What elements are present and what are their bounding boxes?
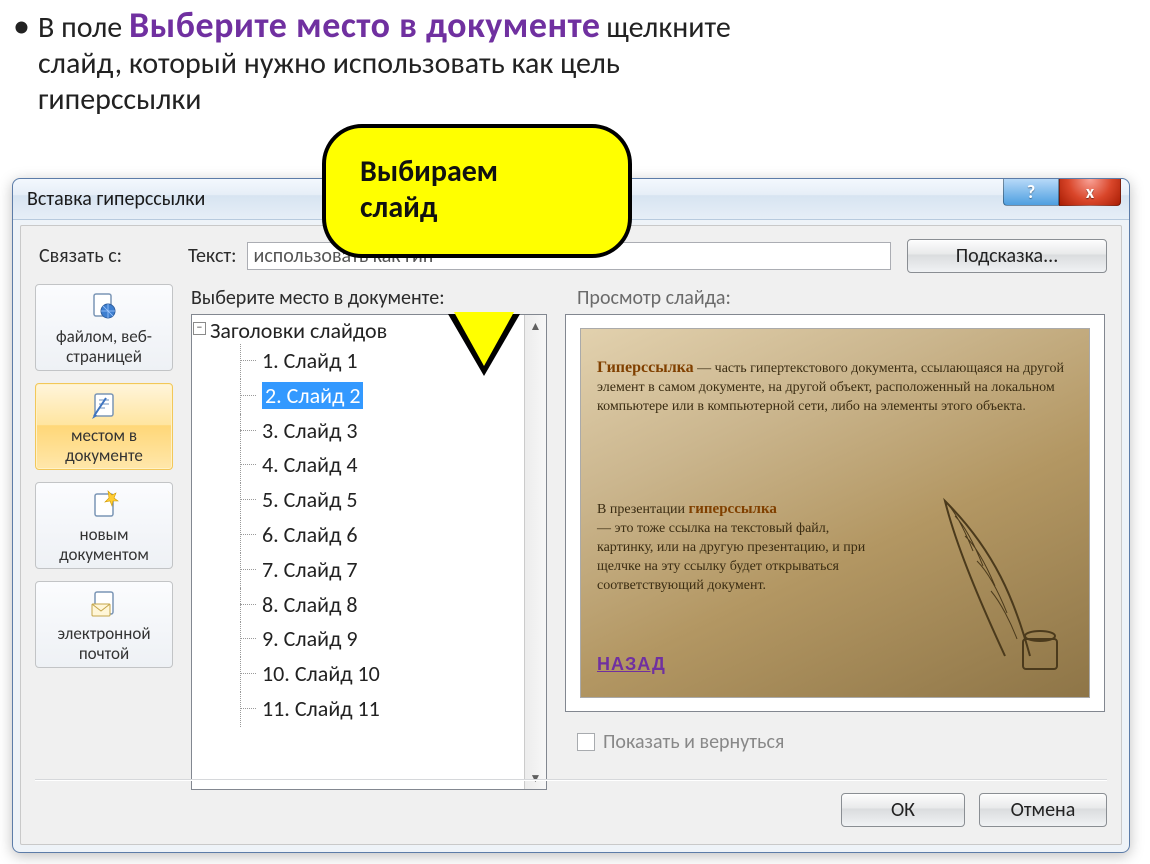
preview-term1: Гиперссылка — [597, 359, 694, 376]
ok-button-label: ОК — [891, 798, 915, 822]
instruction-tail1: щелкните — [606, 9, 730, 46]
ok-button[interactable]: ОК — [841, 793, 965, 827]
tree-item[interactable]: 4. Слайд 4 — [240, 448, 522, 483]
sidebar-item-new-doc[interactable]: новымдокументом — [35, 482, 173, 569]
cancel-button[interactable]: Отмена — [979, 793, 1107, 827]
tree-item-label: 5. Слайд 5 — [262, 486, 357, 513]
tree-item-label: 10. Слайд 10 — [262, 660, 380, 687]
tree-item[interactable]: 9. Слайд 9 — [240, 622, 522, 657]
instruction-text: • В поле Выберите место в документе щелк… — [38, 4, 1120, 117]
dialog-title: Вставка гиперссылки — [27, 187, 205, 211]
preview-para2-pre: В презентации — [597, 502, 688, 517]
file-web-icon — [88, 291, 120, 323]
instruction-line3: гиперссылки — [38, 81, 202, 118]
tree-item-label: 1. Слайд 1 — [262, 347, 357, 374]
instruction-line2: слайд, который нужно использовать как це… — [38, 45, 620, 82]
tree-item[interactable]: 11. Слайд 11 — [240, 692, 522, 727]
tree-item[interactable]: 10. Слайд 10 — [240, 657, 522, 692]
show-and-return-label: Показать и вернуться — [603, 730, 784, 754]
link-to-label: Связать с: — [39, 244, 122, 268]
screen-tip-button-label: Подсказка... — [956, 244, 1059, 268]
link-to-sidebar: файлом, веб-страницей местом вдокументе — [35, 284, 173, 830]
tree-expander-icon[interactable]: − — [193, 322, 206, 335]
new-doc-icon — [88, 489, 120, 521]
separator — [35, 779, 1107, 781]
email-icon — [88, 588, 120, 620]
tree-item-label: 7. Слайд 7 — [262, 556, 357, 583]
tree-item-label: 9. Слайд 9 — [262, 625, 357, 652]
slide-tree[interactable]: − Заголовки слайдов 1. Слайд 1 2. Слайд 2… — [191, 314, 547, 790]
close-button[interactable]: x — [1059, 179, 1121, 206]
sidebar-item-label: электроннойпочтой — [38, 624, 170, 663]
sidebar-item-place-in-doc[interactable]: местом вдокументе — [35, 383, 173, 470]
close-icon: x — [1086, 181, 1094, 203]
show-and-return-checkbox[interactable]: Показать и вернуться — [577, 730, 784, 754]
instruction-highlight: Выберите место в документе — [129, 3, 601, 47]
tree-scrollbar[interactable]: ▲ ▼ — [524, 315, 546, 789]
tree-item-label: 3. Слайд 3 — [262, 417, 357, 444]
tree-item-label: 6. Слайд 6 — [262, 521, 357, 548]
slide-thumbnail: Гиперссылка — часть гипертекстового доку… — [580, 328, 1090, 698]
tree-item[interactable]: 7. Слайд 7 — [240, 553, 522, 588]
scroll-down-icon[interactable]: ▼ — [525, 767, 546, 789]
help-icon: ? — [1027, 181, 1035, 203]
tree-item[interactable]: 5. Слайд 5 — [240, 483, 522, 518]
select-place-label: Выберите место в документе: — [191, 286, 445, 310]
screen-tip-button[interactable]: Подсказка... — [907, 239, 1107, 273]
tree-item[interactable]: 3. Слайд 3 — [240, 414, 522, 449]
tree-root-label: Заголовки слайдов — [210, 317, 387, 344]
callout-line2: слайд — [360, 189, 437, 226]
tree-item-label: 8. Слайд 8 — [262, 591, 357, 618]
tree-item[interactable]: 8. Слайд 8 — [240, 588, 522, 623]
sidebar-item-label: новымдокументом — [38, 525, 170, 564]
tree-item-label: 4. Слайд 4 — [262, 451, 357, 478]
text-field-label: Текст: — [188, 244, 237, 268]
sidebar-item-label: файлом, веб-страницей — [38, 327, 170, 366]
cancel-button-label: Отмена — [1011, 798, 1076, 822]
preview-back-link: НАЗАД — [597, 654, 666, 675]
tree-children: 1. Слайд 1 2. Слайд 2 3. Слайд 3 4. Слайд 4… — [210, 344, 522, 727]
slide-preview-label: Просмотр слайда: — [577, 286, 731, 310]
callout-bubble: Выбираем слайд — [322, 124, 632, 258]
scroll-up-icon[interactable]: ▲ — [525, 315, 546, 337]
tree-item-label: 11. Слайд 11 — [262, 695, 380, 722]
tree-item[interactable]: 6. Слайд 6 — [240, 518, 522, 553]
tree-item-label: 2. Слайд 2 — [262, 382, 363, 409]
sidebar-item-label: местом вдокументе — [38, 426, 170, 465]
checkbox-icon[interactable] — [577, 733, 595, 751]
help-button[interactable]: ? — [1003, 179, 1059, 206]
bullet-icon: • — [13, 10, 30, 44]
sidebar-item-email[interactable]: электроннойпочтой — [35, 581, 173, 668]
callout-line1: Выбираем — [360, 153, 498, 190]
preview-term2: гиперссылка — [688, 501, 776, 517]
instruction-prefix: В поле — [38, 9, 129, 46]
feather-icon — [865, 481, 1075, 681]
preview-para2: — это тоже ссылка на текстовый файл, кар… — [597, 521, 865, 593]
place-in-doc-icon — [88, 390, 120, 422]
insert-hyperlink-dialog: Вставка гиперссылки ? x Связать с: Текст… — [12, 178, 1130, 853]
sidebar-item-file-web[interactable]: файлом, веб-страницей — [35, 284, 173, 371]
tree-item[interactable]: 2. Слайд 2 — [240, 379, 522, 414]
slide-preview: Гиперссылка — часть гипертекстового доку… — [565, 314, 1105, 712]
